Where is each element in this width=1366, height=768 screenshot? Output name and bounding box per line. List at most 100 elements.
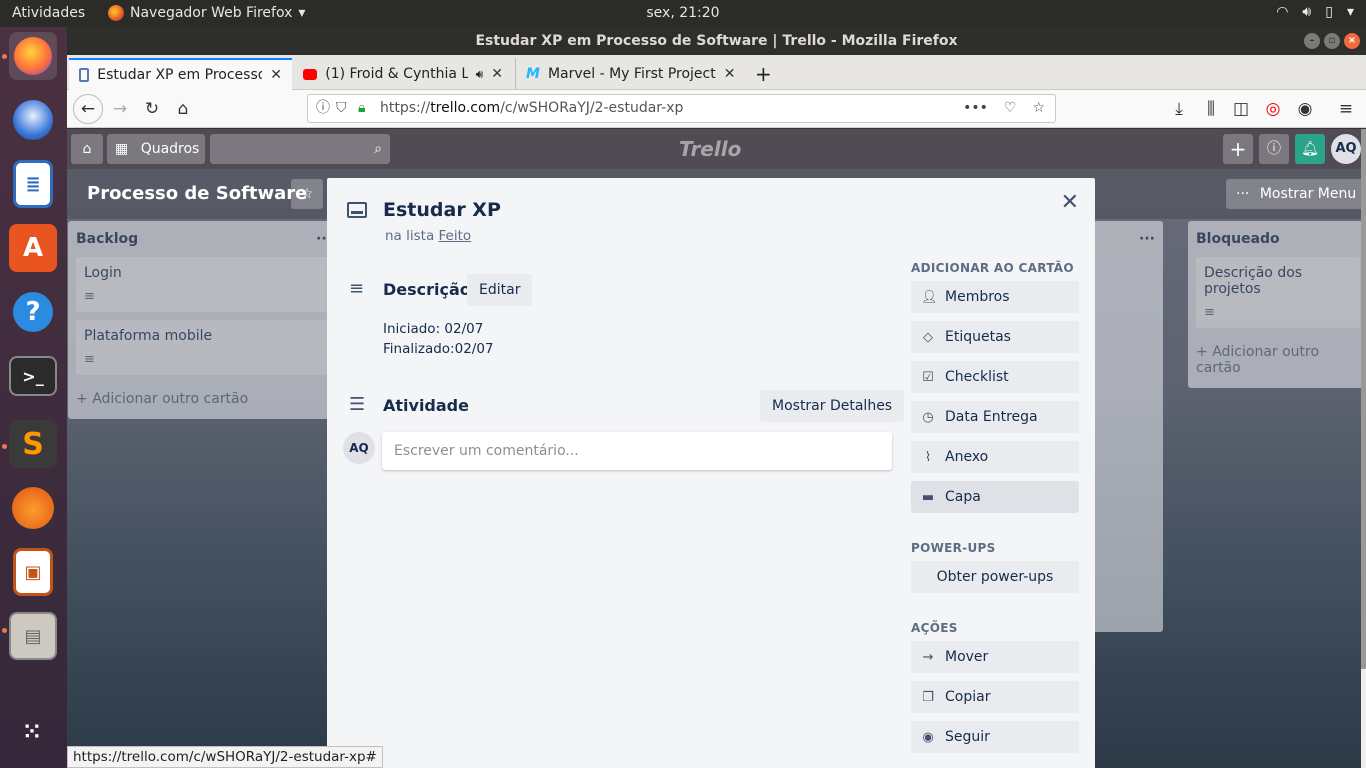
window-title: Estudar XP em Processo de Software | Tre…	[475, 33, 958, 49]
firefox-launcher-icon[interactable]	[9, 32, 57, 80]
star-icon[interactable]: ☆	[291, 179, 323, 209]
list-card[interactable]: Plataforma mobile ≡	[76, 320, 332, 375]
close-tab-icon[interactable]: ✕	[724, 66, 736, 82]
boards-icon: ▦	[115, 141, 129, 157]
labels-button[interactable]: ◇ Etiquetas	[911, 321, 1079, 353]
sublime-launcher-icon[interactable]: S	[9, 420, 57, 468]
wifi-icon[interactable]: ◠	[1276, 4, 1288, 20]
downloads-icon[interactable]: ⤓	[1166, 96, 1192, 122]
tag-icon: ◇	[923, 329, 933, 345]
boards-button[interactable]: ▦ Quadros	[107, 134, 205, 164]
battery-icon[interactable]: ▯	[1325, 4, 1333, 20]
volume-icon[interactable]: 🔊︎	[1302, 4, 1311, 20]
comment-input[interactable]: Escrever um comentário...	[382, 432, 892, 470]
clock[interactable]: sex, 21:20	[0, 5, 1366, 21]
opera-addon-icon[interactable]: ◎	[1260, 96, 1286, 122]
follow-button[interactable]: ◉ Seguir	[911, 721, 1079, 753]
description-text[interactable]: Iniciado: 02/07 Finalizado:02/07	[383, 319, 494, 359]
files-launcher-icon[interactable]: ▤	[9, 612, 57, 660]
card-cover-icon: ▬	[921, 489, 935, 505]
chevron-down-icon[interactable]: ▾	[1347, 4, 1354, 20]
get-powerups-button[interactable]: Obter power-ups	[911, 561, 1079, 593]
board-name[interactable]: Processo de Software	[87, 183, 307, 204]
software-center-launcher-icon[interactable]: A	[9, 224, 57, 272]
due-date-button[interactable]: ◷ Data Entrega	[911, 401, 1079, 433]
copy-icon: ❐	[922, 689, 934, 705]
card-detail-modal: ✕ Estudar XP na lista Feito ≡ Descrição …	[327, 178, 1095, 768]
boards-label: Quadros	[140, 141, 200, 157]
list-link[interactable]: Feito	[439, 228, 472, 244]
page-scrollbar[interactable]	[1361, 129, 1366, 768]
library-icon[interactable]: ⫼	[1198, 96, 1224, 122]
cover-label: Capa	[945, 489, 981, 505]
list-header[interactable]: Backlog ···	[68, 221, 340, 257]
running-indicator	[2, 444, 7, 449]
terminal-launcher-icon[interactable]: >_	[9, 356, 57, 396]
lock-icon[interactable]: 🔒︎	[358, 95, 365, 122]
card-title[interactable]: Estudar XP	[383, 199, 501, 221]
show-details-button[interactable]: Mostrar Detalhes	[760, 390, 905, 422]
postman-launcher-icon[interactable]	[9, 484, 57, 532]
thunderbird-launcher-icon[interactable]	[9, 96, 57, 144]
add-card-label: Adicionar outro cartão	[1196, 344, 1320, 376]
avatar[interactable]: AQ	[343, 432, 375, 464]
tab-youtube[interactable]: (1) Froid & Cynthia Luz 🔊︎ ✕	[293, 58, 513, 90]
scrollbar-thumb[interactable]	[1361, 129, 1366, 669]
trello-logo[interactable]: Trello	[679, 137, 741, 161]
description-icon: ≡	[1204, 305, 1215, 320]
system-tray[interactable]: ◠ 🔊︎ ▯ ▾	[1276, 4, 1354, 20]
paperclip-icon: ⌇	[924, 449, 932, 465]
close-icon[interactable]: ✕	[1061, 190, 1079, 215]
url-bar[interactable]: ⓘ ⛉ 🔒︎ https://trello.com/c/wSHORaYJ/2-e…	[307, 94, 1056, 123]
speaker-icon[interactable]: 🔊︎	[476, 67, 484, 82]
list-card[interactable]: Login ≡	[76, 257, 332, 312]
reload-icon[interactable]: ↻	[139, 96, 165, 122]
impress-launcher-icon[interactable]: ▣	[13, 548, 53, 596]
move-button[interactable]: → Mover	[911, 641, 1079, 673]
show-apps-icon[interactable]: ⁙	[9, 708, 57, 756]
close-tab-icon[interactable]: ✕	[491, 66, 503, 82]
hamburger-menu-icon[interactable]: ≡	[1333, 96, 1359, 122]
copy-button[interactable]: ❐ Copiar	[911, 681, 1079, 713]
home-icon[interactable]: ⌂	[170, 96, 196, 122]
board-search-input[interactable]: ⌕	[210, 134, 390, 164]
minimize-icon[interactable]: –	[1304, 33, 1320, 49]
back-icon[interactable]: ←	[73, 94, 103, 124]
bookmark-star-icon[interactable]: ☆	[1032, 95, 1045, 122]
show-menu-button[interactable]: ··· Mostrar Menu	[1226, 179, 1361, 209]
list-card[interactable]: Descrição dos projetos ≡	[1196, 257, 1360, 328]
forward-icon[interactable]: →	[107, 96, 133, 122]
add-card-label: Adicionar outro cartão	[92, 391, 249, 407]
members-button[interactable]: 👤︎ Membros	[911, 281, 1079, 313]
checklist-button[interactable]: ☑ Checklist	[911, 361, 1079, 393]
add-card-button[interactable]: + Adicionar outro cartão	[68, 383, 340, 419]
tracking-shield-icon[interactable]: ⛉	[336, 95, 347, 122]
edit-description-button[interactable]: Editar	[467, 274, 533, 306]
board-list: Bloqueado Descrição dos projetos ≡ + Adic…	[1188, 221, 1361, 388]
create-icon[interactable]: +	[1223, 134, 1253, 164]
tab-trello[interactable]: Estudar XP em Processo de Software | Tre…	[69, 58, 292, 90]
add-card-button[interactable]: + Adicionar outro cartão	[1188, 336, 1361, 388]
page-actions-icon[interactable]: •••	[963, 95, 988, 122]
navigation-toolbar: ← → ↻ ⌂ ⓘ ⛉ 🔒︎ https://trello.com/c/wSHO…	[67, 90, 1366, 128]
info-icon[interactable]: ⓘ	[1259, 134, 1289, 164]
help-launcher-icon[interactable]: ?	[9, 288, 57, 336]
cover-button[interactable]: ▬ Capa	[911, 481, 1079, 513]
running-indicator	[2, 54, 7, 59]
member-avatar[interactable]: AQ	[1331, 134, 1361, 164]
writer-launcher-icon[interactable]: ≣	[13, 160, 53, 208]
maximize-icon[interactable]: ▫	[1324, 33, 1340, 49]
pocket-icon[interactable]: ♡	[1004, 95, 1017, 122]
account-icon[interactable]: ◉	[1292, 96, 1318, 122]
tab-marvel[interactable]: M Marvel - My First Project ✕	[515, 58, 741, 90]
info-icon[interactable]: ⓘ	[316, 95, 330, 122]
close-tab-icon[interactable]: ✕	[270, 67, 282, 83]
attachment-button[interactable]: ⌇ Anexo	[911, 441, 1079, 473]
new-tab-icon[interactable]: +	[745, 58, 775, 90]
home-icon[interactable]: ⌂	[71, 134, 103, 164]
notifications-bell-icon[interactable]: 🔔︎	[1295, 134, 1325, 164]
close-window-icon[interactable]: ×	[1344, 33, 1360, 49]
sidebar-icon[interactable]: ◫	[1228, 96, 1254, 122]
card-title: Login	[84, 265, 122, 281]
list-header[interactable]: Bloqueado	[1188, 221, 1361, 257]
